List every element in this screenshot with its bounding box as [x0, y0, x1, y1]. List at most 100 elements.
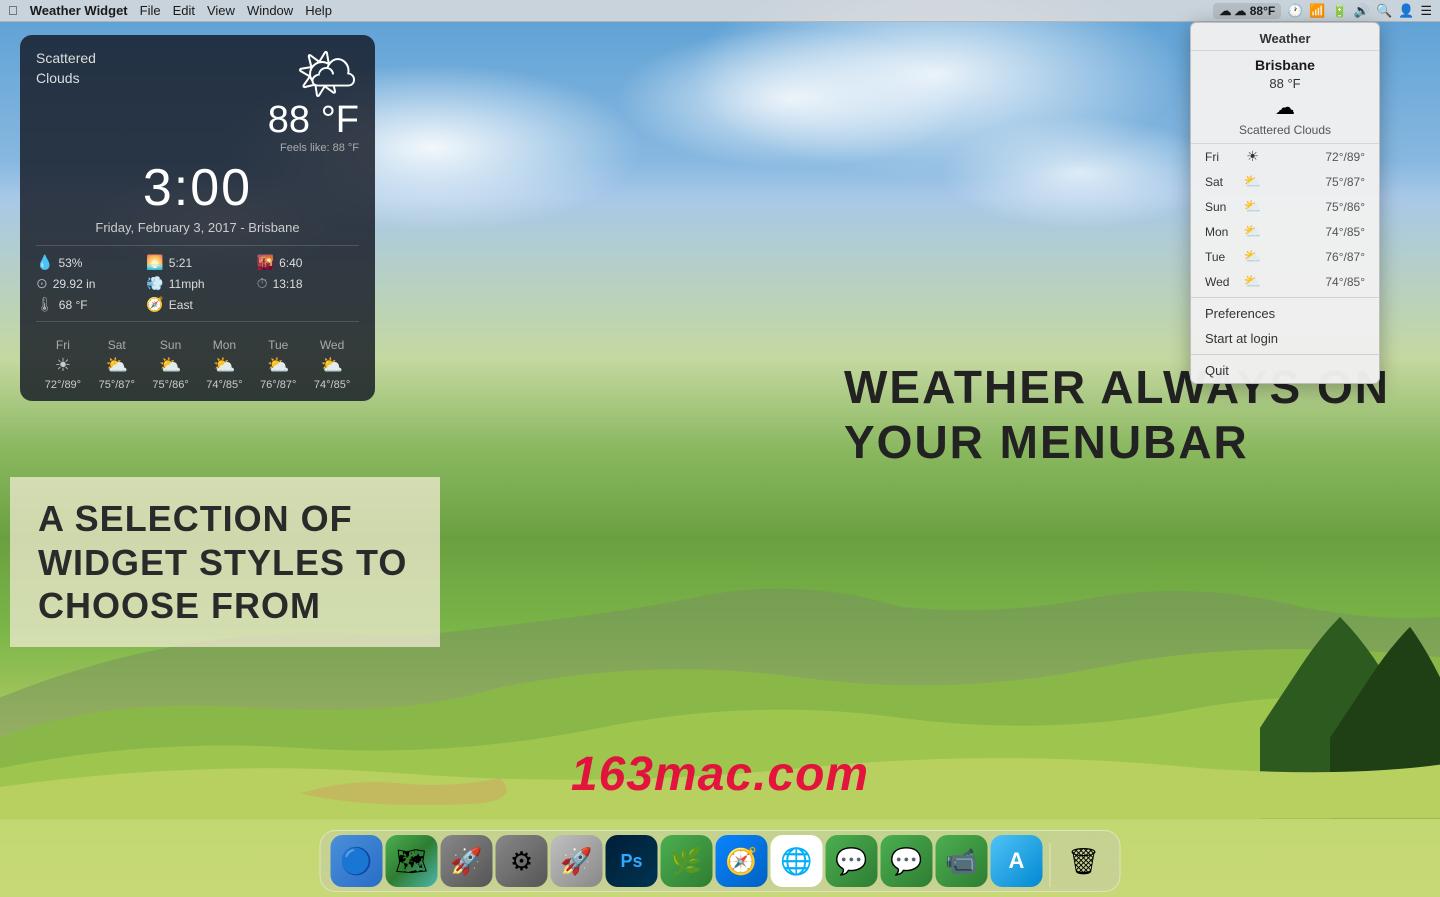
- dock-icon-appstore[interactable]: A: [991, 835, 1043, 887]
- weather-menubar-button[interactable]: ☁ ☁ 88°F: [1213, 3, 1281, 19]
- widget-forecast-day-temps: 76°/87°: [260, 379, 296, 391]
- forecast-day-label: Sat: [1205, 175, 1240, 189]
- widget-forecast-day: Sat ⛅ 75°/87°: [99, 338, 135, 391]
- menubar:  Weather Widget File Edit View Window H…: [0, 0, 1440, 22]
- stat-humidity: 💧 53%: [36, 254, 138, 271]
- dock-icon-safari[interactable]: 🧭: [716, 835, 768, 887]
- sunrise-value: 5:21: [169, 256, 192, 270]
- forecast-day-temps: 75°/86°: [1265, 200, 1365, 214]
- menu-help[interactable]: Help: [305, 3, 332, 18]
- stat-sunset: 🌇 6:40: [257, 254, 359, 271]
- wind-icon: 💨: [146, 275, 163, 292]
- search-icon[interactable]: 🔍: [1376, 3, 1392, 19]
- cloud-menubar-icon: ☁: [1219, 4, 1231, 18]
- pressure-icon: ⊙: [36, 275, 48, 292]
- forecast-day-label: Tue: [1205, 250, 1240, 264]
- wind-dir-value: East: [169, 298, 193, 312]
- forecast-day-icon: ☀: [1240, 148, 1265, 165]
- app-name[interactable]: Weather Widget: [30, 3, 128, 18]
- stat-dew-point: 🌡 68 °F: [36, 296, 138, 313]
- volume-icon[interactable]: 🔊: [1354, 3, 1370, 19]
- quit-item[interactable]: Quit: [1191, 358, 1379, 383]
- widget-forecast-day-temps: 74°/85°: [314, 379, 350, 391]
- dropdown-forecast-row: Tue ⛅ 76°/87°: [1191, 244, 1379, 269]
- dropdown-divider-2: [1191, 354, 1379, 355]
- widget-forecast-day-temps: 72°/89°: [45, 379, 81, 391]
- widget-forecast-bar: Fri ☀ 72°/89° Sat ⛅ 75°/87° Sun ⛅ 75°/86…: [36, 332, 359, 391]
- widget-forecast-day-icon: ☀: [55, 355, 71, 376]
- widget-forecast-day-temps: 75°/86°: [152, 379, 188, 391]
- humidity-value: 53%: [58, 256, 82, 270]
- battery-icon[interactable]: 🔋: [1332, 3, 1348, 19]
- widget-date: Friday, February 3, 2017 - Brisbane: [36, 220, 359, 235]
- sunset-value: 6:40: [279, 256, 302, 270]
- sunset-icon: 🌇: [257, 254, 274, 271]
- dock-icon-rocket[interactable]: 🚀: [551, 835, 603, 887]
- dock-icon-photoshop[interactable]: Ps: [606, 835, 658, 887]
- widget-forecast-day-name: Tue: [268, 338, 288, 352]
- widget-forecast-day-temps: 74°/85°: [206, 379, 242, 391]
- pressure-value: 29.92 in: [53, 277, 96, 291]
- widget-top: ScatteredClouds 🌤 88 °F Feels like: 88 °…: [36, 49, 359, 154]
- widget-sun-icon: 🌤: [268, 49, 359, 99]
- watermark: 163mac.com: [571, 747, 869, 802]
- dropdown-forecast-row: Wed ⛅ 74°/85°: [1191, 269, 1379, 294]
- dock-icon-maps[interactable]: 🗺: [386, 835, 438, 887]
- forecast-day-label: Wed: [1205, 275, 1240, 289]
- widget-condition-text: ScatteredClouds: [36, 49, 96, 88]
- preferences-item[interactable]: Preferences: [1191, 301, 1379, 326]
- dock-icon-finder[interactable]: 🔵: [331, 835, 383, 887]
- widget-forecast-day-name: Wed: [320, 338, 344, 352]
- dropdown-weather-icon: ☁: [1191, 92, 1379, 123]
- forecast-day-temps: 76°/87°: [1265, 250, 1365, 264]
- widget-forecast-day: Sun ⛅ 75°/86°: [152, 338, 188, 391]
- widget-forecast-day-icon: ⛅: [159, 355, 181, 376]
- forecast-day-label: Mon: [1205, 225, 1240, 239]
- menu-edit[interactable]: Edit: [173, 3, 195, 18]
- menubar-temp: ☁ 88°F: [1234, 4, 1275, 18]
- dew-icon: 🌡: [36, 296, 54, 313]
- dock-icon-safari-ext[interactable]: 🌿: [661, 835, 713, 887]
- dock-icon-system-preferences[interactable]: ⚙: [496, 835, 548, 887]
- apple-menu[interactable]: : [8, 3, 18, 18]
- stat-wind-dir: 🧭 East: [146, 296, 248, 313]
- weather-widget: ScatteredClouds 🌤 88 °F Feels like: 88 °…: [20, 35, 375, 401]
- forecast-day-temps: 74°/85°: [1265, 225, 1365, 239]
- forecast-day-label: Sun: [1205, 200, 1240, 214]
- dock-icon-trash[interactable]: 🗑: [1058, 835, 1110, 887]
- widget-time: 3:00: [36, 158, 359, 218]
- widget-forecast-day: Mon ⛅ 74°/85°: [206, 338, 242, 391]
- dropdown-city: Brisbane: [1191, 51, 1379, 75]
- wifi-icon[interactable]: 📶: [1309, 3, 1325, 19]
- dew-value: 68 °F: [59, 298, 88, 312]
- widget-forecast-day-name: Sat: [108, 338, 126, 352]
- user-icon[interactable]: 👤: [1398, 3, 1414, 19]
- forecast-day-icon: ⛅: [1240, 223, 1265, 240]
- dropdown-forecast-row: Fri ☀ 72°/89°: [1191, 144, 1379, 169]
- dock-icon-wechat[interactable]: 💬: [881, 835, 933, 887]
- dock-icon-facetime[interactable]: 📹: [936, 835, 988, 887]
- menu-window[interactable]: Window: [247, 3, 293, 18]
- dock: 🔵🗺🚀⚙🚀Ps🌿🧭🌐💬💬📹A🗑: [320, 830, 1121, 892]
- clock-icon[interactable]: 🕐: [1287, 3, 1303, 19]
- dock-icon-messages[interactable]: 💬: [826, 835, 878, 887]
- forecast-day-temps: 74°/85°: [1265, 275, 1365, 289]
- dock-icon-chrome[interactable]: 🌐: [771, 835, 823, 887]
- sunrise-icon: 🌅: [146, 254, 163, 271]
- list-icon[interactable]: ☰: [1420, 3, 1432, 19]
- dropdown-title: Weather: [1191, 23, 1379, 51]
- stat-wind: 💨 11mph: [146, 275, 248, 292]
- menu-file[interactable]: File: [140, 3, 161, 18]
- stat-sunrise: 🌅 5:21: [146, 254, 248, 271]
- dropdown-forecast-row: Sat ⛅ 75°/87°: [1191, 169, 1379, 194]
- forecast-day-icon: ⛅: [1240, 173, 1265, 190]
- widget-feels-like: Feels like: 88 °F: [268, 142, 359, 154]
- promo-left: A SELECTION OF WIDGET STYLES TO CHOOSE F…: [10, 477, 440, 647]
- day-length-value: 13:18: [273, 277, 303, 291]
- start-at-login-item[interactable]: Start at login: [1191, 326, 1379, 351]
- widget-temp: 88 °F: [268, 99, 359, 142]
- menu-view[interactable]: View: [207, 3, 235, 18]
- promo-left-text: A SELECTION OF WIDGET STYLES TO CHOOSE F…: [38, 497, 412, 627]
- dock-icon-launchpad[interactable]: 🚀: [441, 835, 493, 887]
- widget-forecast-day: Fri ☀ 72°/89°: [45, 338, 81, 391]
